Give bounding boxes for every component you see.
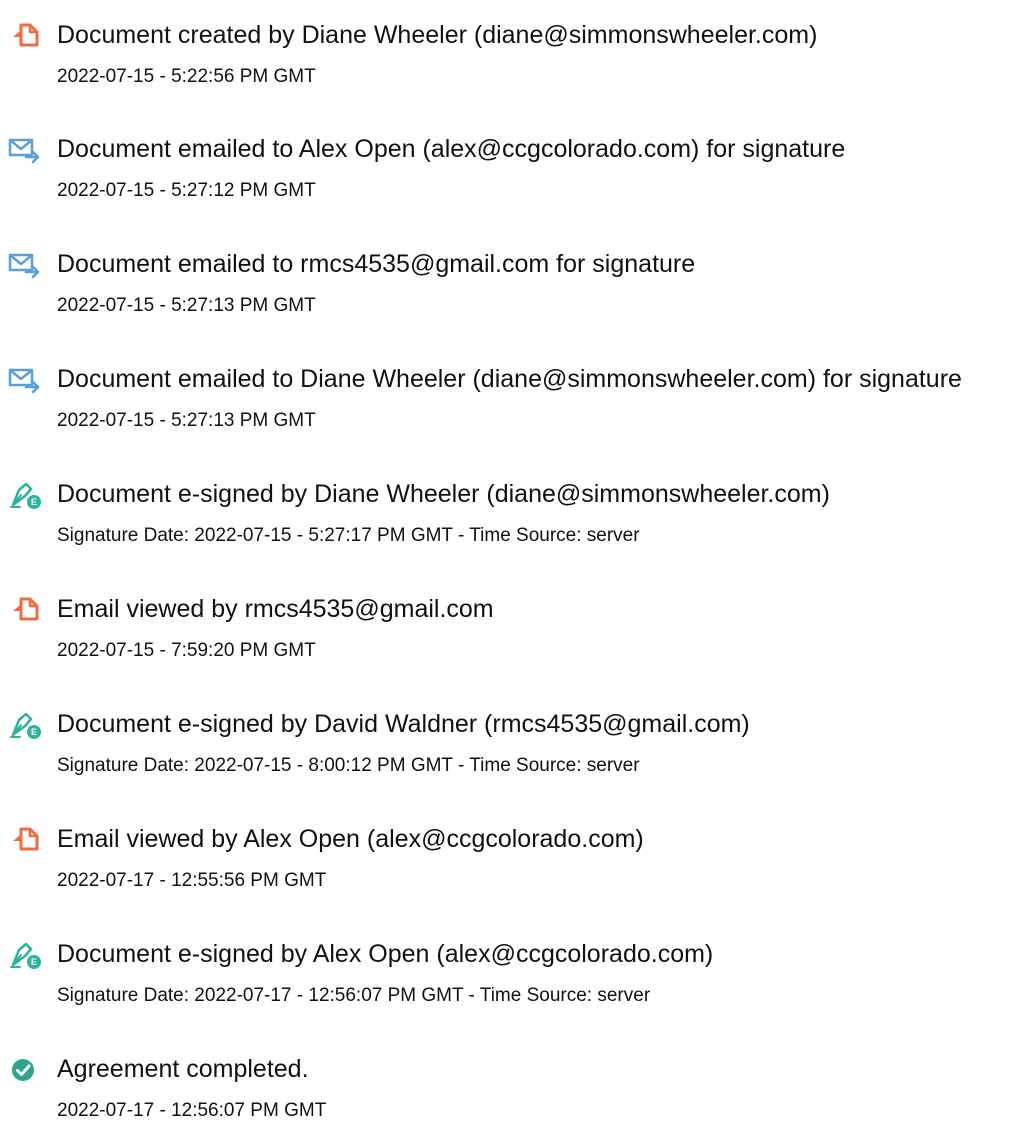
svg-text:E: E: [31, 497, 37, 507]
event-title: Document e-signed by David Waldner (rmcs…: [57, 710, 750, 738]
event-timestamp: 2022-07-15 - 7:59:20 PM GMT: [57, 640, 316, 661]
event-title: Email viewed by Alex Open (alex@ccgcolor…: [57, 825, 644, 853]
e-sign-icon: E: [8, 940, 42, 970]
history-event: E Document e-signed by Diane Wheeler (di…: [0, 469, 1026, 549]
signature-details: Signature Date: 2022-07-15 - 5:27:17 PM …: [57, 525, 640, 546]
event-timestamp: 2022-07-17 - 12:55:56 PM GMT: [57, 870, 327, 891]
audit-history-timeline: Document created by Diane Wheeler (diane…: [0, 0, 1026, 1121]
signature-details: Signature Date: 2022-07-17 - 12:56:07 PM…: [57, 985, 651, 1006]
event-title: Document created by Diane Wheeler (diane…: [57, 21, 818, 49]
history-event: Document emailed to Alex Open (alex@ccgc…: [0, 124, 1026, 204]
signature-details: Signature Date: 2022-07-15 - 8:00:12 PM …: [57, 755, 640, 776]
history-event: Agreement completed. 2022-07-17 - 12:56:…: [0, 1044, 1026, 1124]
svg-text:E: E: [31, 957, 37, 967]
e-sign-icon: E: [8, 710, 42, 740]
history-event: E Document e-signed by Alex Open (alex@c…: [0, 929, 1026, 1009]
e-sign-icon: E: [8, 480, 42, 510]
email-icon: [8, 135, 42, 165]
event-title: Document e-signed by Diane Wheeler (dian…: [57, 480, 830, 508]
event-timestamp: 2022-07-17 - 12:56:07 PM GMT: [57, 1100, 327, 1121]
event-title: Agreement completed.: [57, 1055, 309, 1083]
event-title: Document e-signed by Alex Open (alex@ccg…: [57, 940, 714, 968]
history-event: Document emailed to Diane Wheeler (diane…: [0, 354, 1026, 434]
event-timestamp: 2022-07-15 - 5:27:13 PM GMT: [57, 410, 316, 431]
event-timestamp: 2022-07-15 - 5:27:12 PM GMT: [57, 180, 316, 201]
history-event: Email viewed by rmcs4535@gmail.com 2022-…: [0, 584, 1026, 664]
history-event: Document created by Diane Wheeler (diane…: [0, 10, 1026, 90]
document-icon: [8, 595, 42, 625]
event-title: Document emailed to rmcs4535@gmail.com f…: [57, 250, 696, 278]
event-title: Document emailed to Diane Wheeler (diane…: [57, 365, 962, 393]
email-icon: [8, 365, 42, 395]
event-timestamp: 2022-07-15 - 5:22:56 PM GMT: [57, 66, 316, 87]
event-title: Email viewed by rmcs4535@gmail.com: [57, 595, 494, 623]
svg-text:E: E: [31, 727, 37, 737]
history-event: E Document e-signed by David Waldner (rm…: [0, 699, 1026, 779]
history-event: Document emailed to rmcs4535@gmail.com f…: [0, 239, 1026, 319]
event-timestamp: 2022-07-15 - 5:27:13 PM GMT: [57, 295, 316, 316]
email-icon: [8, 250, 42, 280]
document-icon: [8, 825, 42, 855]
check-circle-icon: [8, 1055, 42, 1085]
document-icon: [8, 21, 42, 51]
event-title: Document emailed to Alex Open (alex@ccgc…: [57, 135, 846, 163]
history-event: Email viewed by Alex Open (alex@ccgcolor…: [0, 814, 1026, 894]
